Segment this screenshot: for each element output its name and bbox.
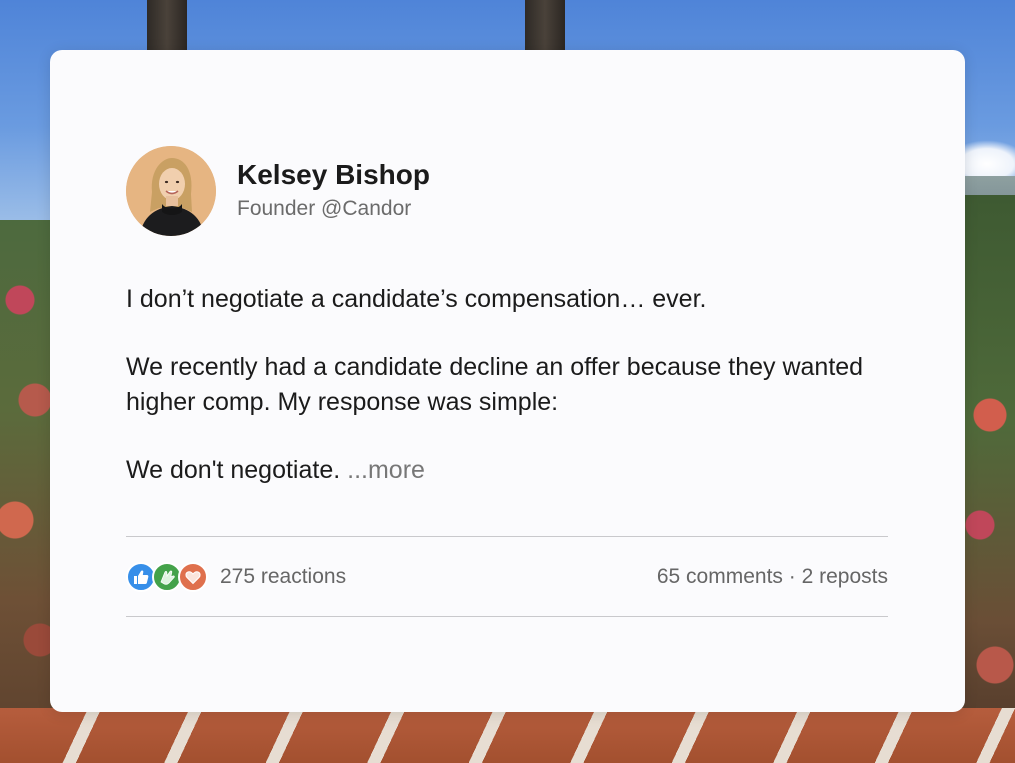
post-paragraph: We recently had a candidate decline an o… <box>126 353 864 416</box>
reactions-count[interactable]: 275 reactions <box>220 565 346 589</box>
background-photo: Kelsey Bishop Founder @Candor I don’t ne… <box>0 0 1015 763</box>
post-last-line: We don't negotiate. ...more <box>126 453 896 488</box>
author-headline: Founder @Candor <box>237 197 412 220</box>
avatar[interactable] <box>126 146 216 236</box>
separator-dot: · <box>788 565 796 588</box>
author-name[interactable]: Kelsey Bishop <box>237 158 430 192</box>
post-last-line-text: We don't negotiate. <box>126 456 341 484</box>
foliage-right <box>960 195 1015 763</box>
avatar-image <box>126 146 216 236</box>
post-card: Kelsey Bishop Founder @Candor I don’t ne… <box>50 50 965 712</box>
comments-reposts: 65 comments · 2 reposts <box>657 565 888 589</box>
divider <box>126 536 888 537</box>
see-more-link[interactable]: ...more <box>347 456 425 484</box>
love-icon <box>178 562 208 592</box>
tiled-floor <box>0 708 1015 763</box>
post-author[interactable]: Kelsey Bishop Founder @Candor <box>126 146 430 236</box>
comments-count[interactable]: 65 comments <box>657 565 783 588</box>
reactions-summary[interactable]: 275 reactions <box>126 562 346 592</box>
divider <box>126 616 888 617</box>
post-body: I don’t negotiate a candidate’s compensa… <box>126 282 896 488</box>
reposts-count[interactable]: 2 reposts <box>802 565 888 588</box>
reaction-icons <box>126 562 208 592</box>
social-counts: 275 reactions 65 comments · 2 reposts <box>126 557 888 597</box>
post-paragraph: I don’t negotiate a candidate’s compensa… <box>126 285 707 313</box>
